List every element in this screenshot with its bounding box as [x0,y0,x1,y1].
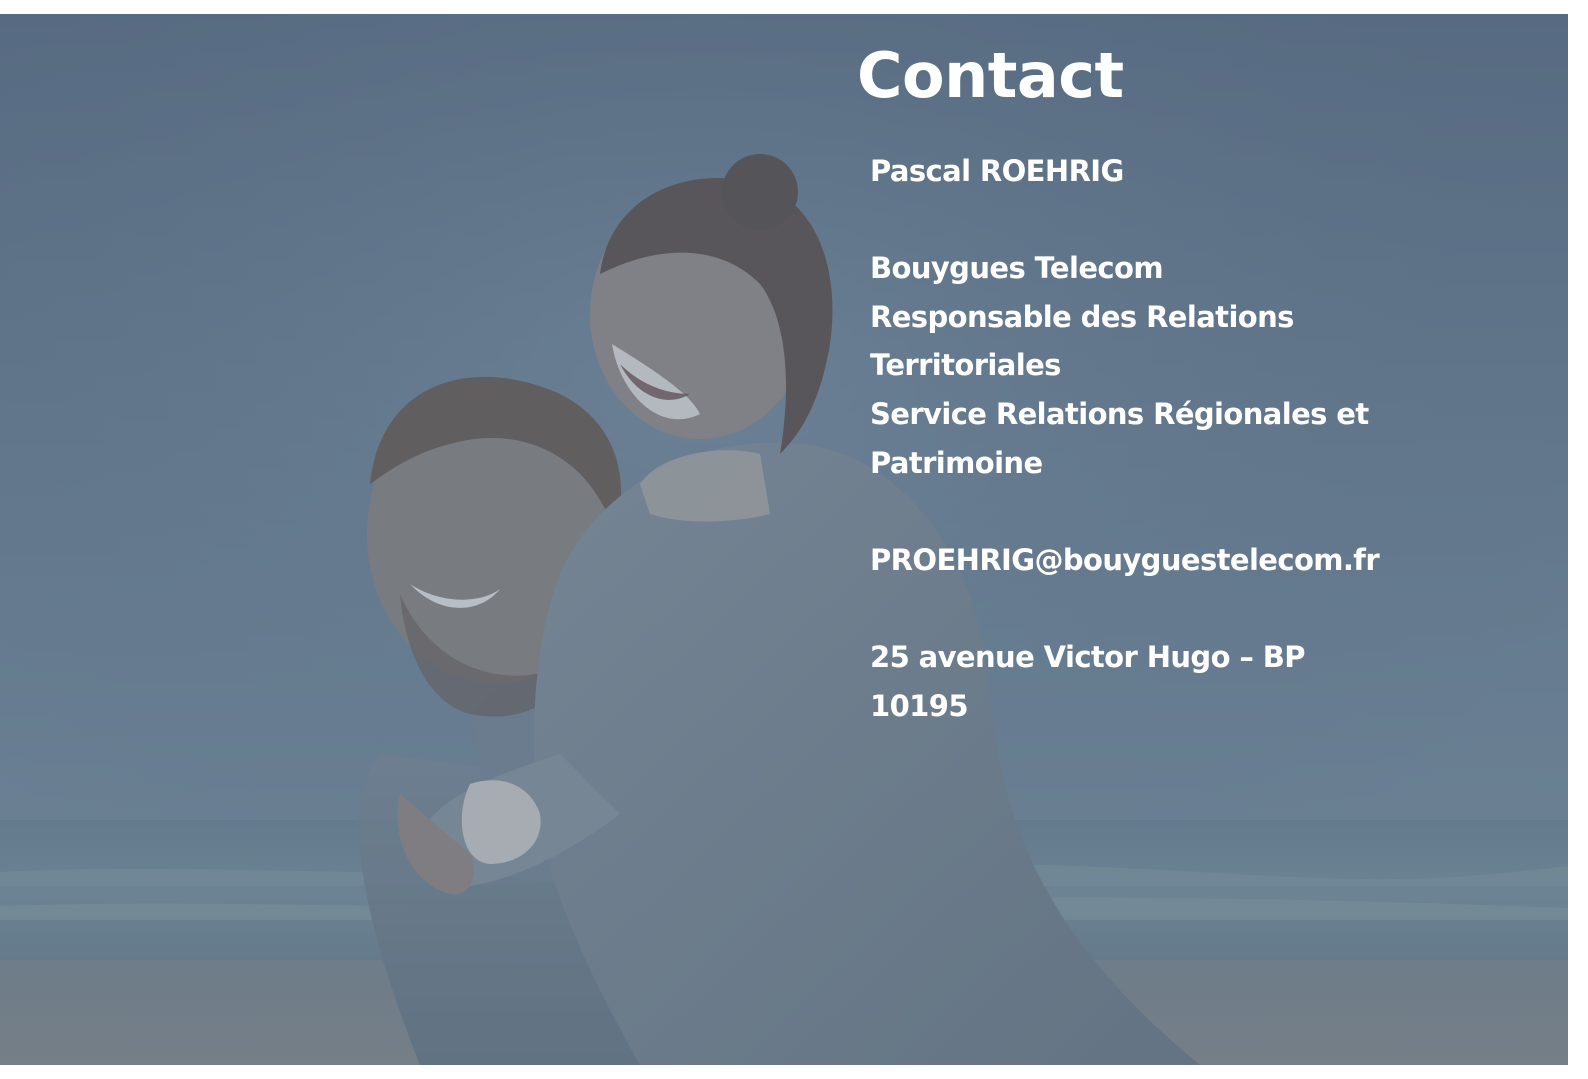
service-line-1: Service Relations Régionales et [870,396,1369,431]
page-title: Contact [857,39,1124,112]
slide-bottom-border [0,1065,1588,1079]
postal-address-line-2: 10195 [870,688,969,723]
contact-name: Pascal ROEHRIG [870,154,1124,188]
contact-details: Pascal ROEHRIG Bouygues Telecom Responsa… [870,147,1390,730]
slide-top-border [0,0,1588,14]
email-address[interactable]: PROEHRIG@bouyguestelecom.fr [870,536,1390,585]
job-title-line-1: Responsable des Relations [870,299,1294,334]
service-line-2: Patrimoine [870,445,1043,480]
postal-address-line-1: 25 avenue Victor Hugo – BP [870,639,1306,674]
background-photo: Contact Pascal ROEHRIG Bouygues Telecom … [0,14,1568,1065]
slide: Contact Pascal ROEHRIG Bouygues Telecom … [0,0,1588,1079]
slide-right-border [1568,14,1588,1079]
company-name: Bouygues Telecom [870,251,1164,286]
job-title-line-2: Territoriales [870,348,1061,383]
